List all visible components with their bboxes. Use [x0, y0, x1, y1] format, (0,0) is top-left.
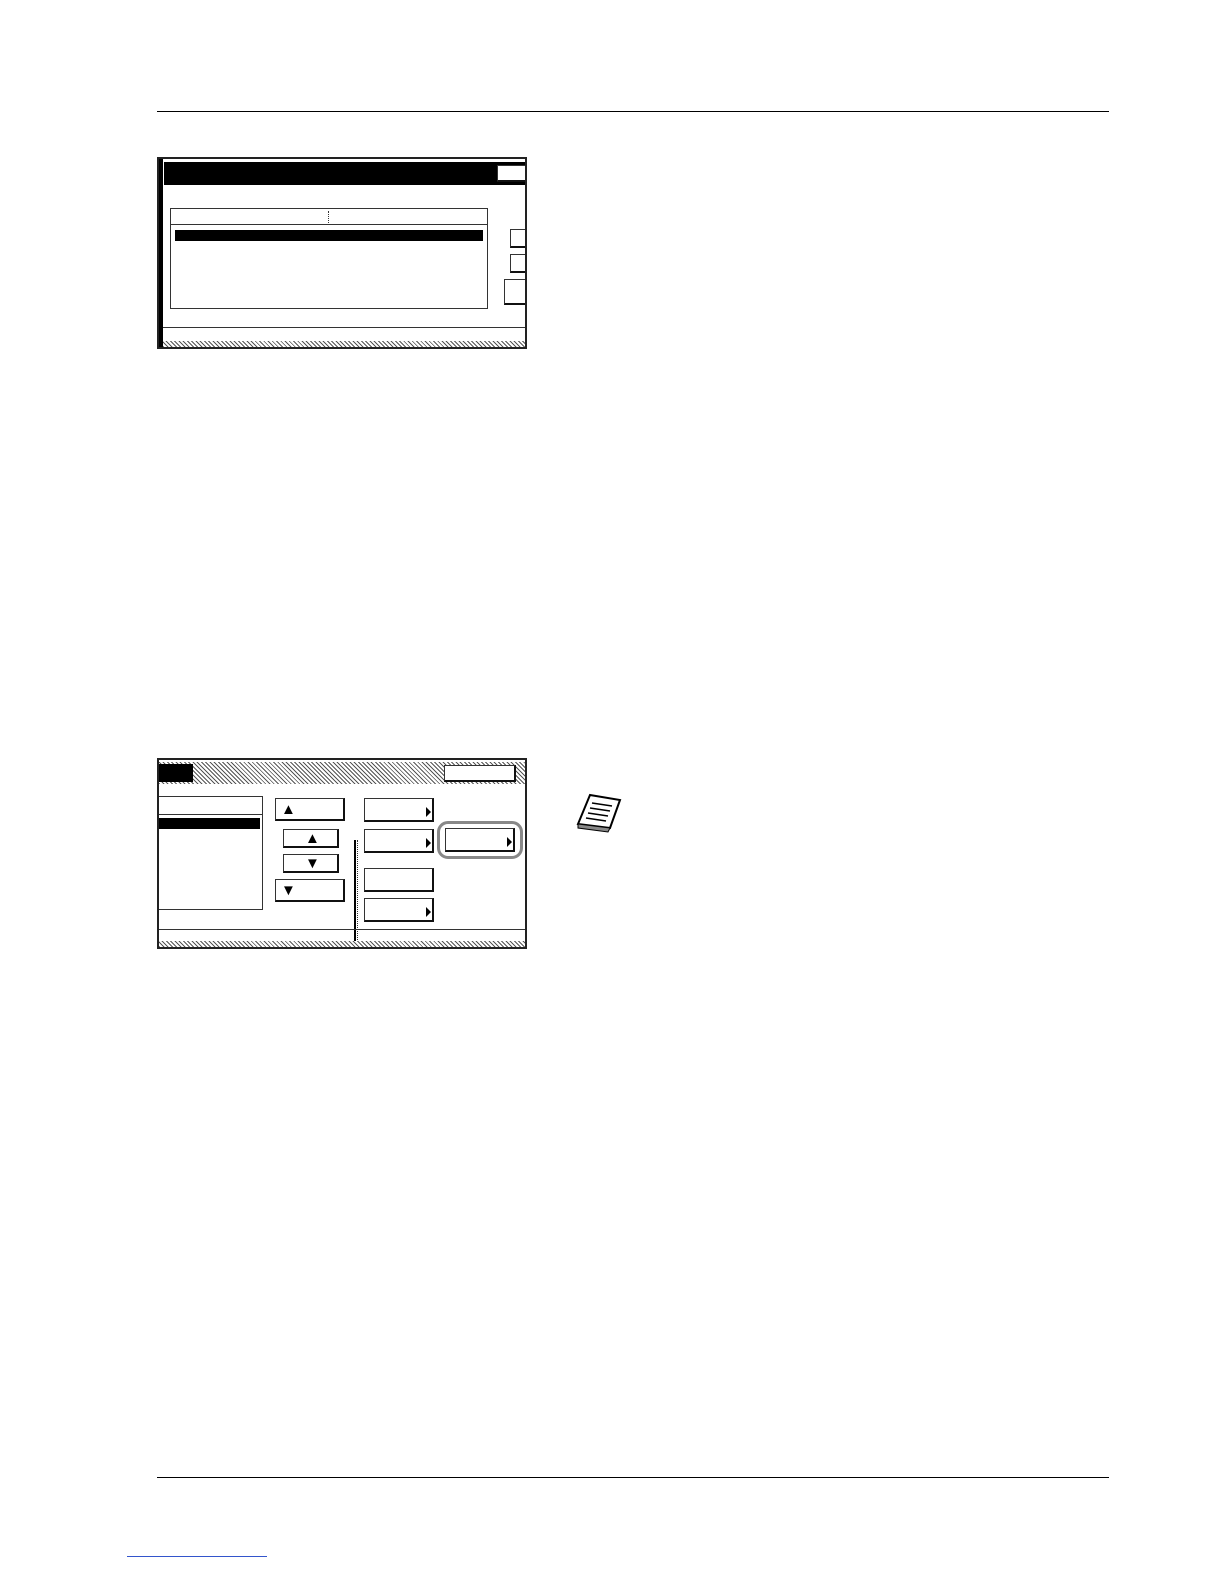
- hyperlink-underline[interactable]: [127, 1556, 267, 1557]
- side-button-1[interactable]: [510, 229, 525, 248]
- vertical-divider: [354, 840, 356, 947]
- submenu-arrow-icon: [507, 837, 512, 847]
- menu-button-4[interactable]: [364, 898, 434, 922]
- submenu-arrow-icon: [426, 807, 431, 817]
- status-bar-divider: [163, 327, 525, 328]
- highlighted-button[interactable]: [445, 828, 515, 852]
- list-header-row: [171, 209, 487, 225]
- triangle-up-icon: ▲: [305, 830, 320, 847]
- top-right-button[interactable]: [497, 165, 525, 182]
- list-header-divider: [328, 211, 329, 223]
- job-list-screen: [157, 157, 527, 349]
- scroll-down-button[interactable]: ▼: [283, 854, 339, 873]
- scroll-top-button[interactable]: ▲: [275, 798, 345, 821]
- header-rule: [157, 111, 1109, 112]
- selected-list-row[interactable]: [175, 230, 483, 241]
- status-bar-divider: [159, 929, 525, 930]
- job-detail-screen: ▲ ▲ ▼ ▼: [157, 758, 527, 949]
- detail-list-box: [159, 796, 263, 910]
- triangle-up-icon: ▲: [281, 801, 296, 818]
- left-edge-strip: [159, 159, 163, 347]
- top-right-button[interactable]: [444, 765, 516, 782]
- title-bar: [159, 764, 193, 782]
- triangle-down-icon: ▼: [281, 882, 296, 899]
- side-button-3[interactable]: [504, 279, 525, 305]
- vertical-divider-dotted: [357, 840, 358, 947]
- title-bar: [164, 162, 494, 185]
- selected-list-row[interactable]: [159, 818, 260, 829]
- note-paper-icon: [576, 792, 626, 834]
- list-header-row: [159, 797, 262, 815]
- menu-button-3[interactable]: [364, 868, 434, 892]
- job-list-box: [170, 208, 488, 309]
- side-button-2[interactable]: [510, 254, 525, 273]
- submenu-arrow-icon: [426, 838, 431, 848]
- scroll-up-button[interactable]: ▲: [283, 829, 339, 848]
- submenu-arrow-icon: [426, 907, 431, 917]
- bottom-hatch: [159, 941, 525, 947]
- menu-button-2[interactable]: [364, 829, 434, 853]
- bottom-hatch: [163, 341, 525, 347]
- menu-button-1[interactable]: [364, 798, 434, 822]
- triangle-down-icon: ▼: [305, 855, 320, 872]
- scroll-bottom-button[interactable]: ▼: [275, 879, 345, 902]
- footer-rule: [157, 1477, 1109, 1478]
